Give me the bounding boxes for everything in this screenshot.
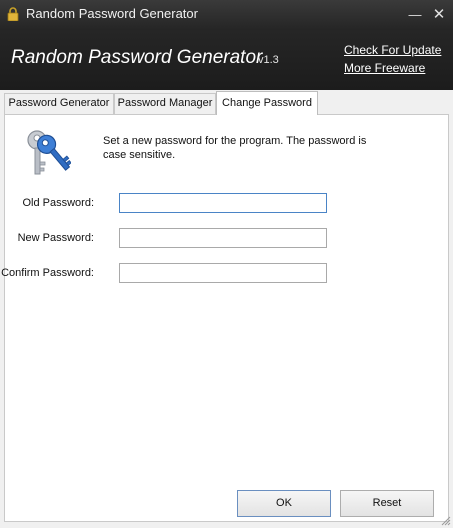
banner-app-name: Random Password Generator bbox=[11, 47, 263, 68]
close-button[interactable]: ✕ bbox=[429, 6, 449, 24]
minimize-button[interactable]: — bbox=[405, 6, 425, 24]
old-password-input[interactable] bbox=[119, 193, 327, 213]
tab-control: Password Generator Password Manager Chan… bbox=[0, 90, 453, 528]
ok-button[interactable]: OK bbox=[237, 490, 331, 517]
title-bar[interactable]: Random Password Generator — ✕ bbox=[0, 0, 453, 30]
window-title: Random Password Generator bbox=[26, 6, 198, 21]
change-password-description: Set a new password for the program. The … bbox=[103, 135, 367, 161]
banner-version: v1.3 bbox=[258, 54, 279, 66]
header-banner: Random Password Generator v1.3 Check For… bbox=[0, 30, 453, 90]
tab-password-generator[interactable]: Password Generator bbox=[4, 93, 114, 114]
reset-button[interactable]: Reset bbox=[340, 490, 434, 517]
new-password-input[interactable] bbox=[119, 228, 327, 248]
confirm-password-label: Confirm Password: bbox=[1, 267, 94, 279]
check-for-update-link[interactable]: Check For Update bbox=[344, 43, 441, 57]
lock-icon bbox=[7, 7, 19, 21]
resize-grip-icon[interactable] bbox=[441, 516, 451, 526]
app-window: Random Password Generator — ✕ Random Pas… bbox=[0, 0, 453, 528]
confirm-password-input[interactable] bbox=[119, 263, 327, 283]
new-password-label: New Password: bbox=[17, 232, 94, 244]
tab-password-manager[interactable]: Password Manager bbox=[114, 93, 216, 114]
more-freeware-link[interactable]: More Freeware bbox=[344, 61, 425, 75]
old-password-label: Old Password: bbox=[22, 197, 94, 209]
tab-change-password[interactable]: Change Password bbox=[216, 91, 318, 115]
keys-icon bbox=[27, 130, 71, 175]
change-password-panel: Set a new password for the program. The … bbox=[1, 114, 449, 522]
